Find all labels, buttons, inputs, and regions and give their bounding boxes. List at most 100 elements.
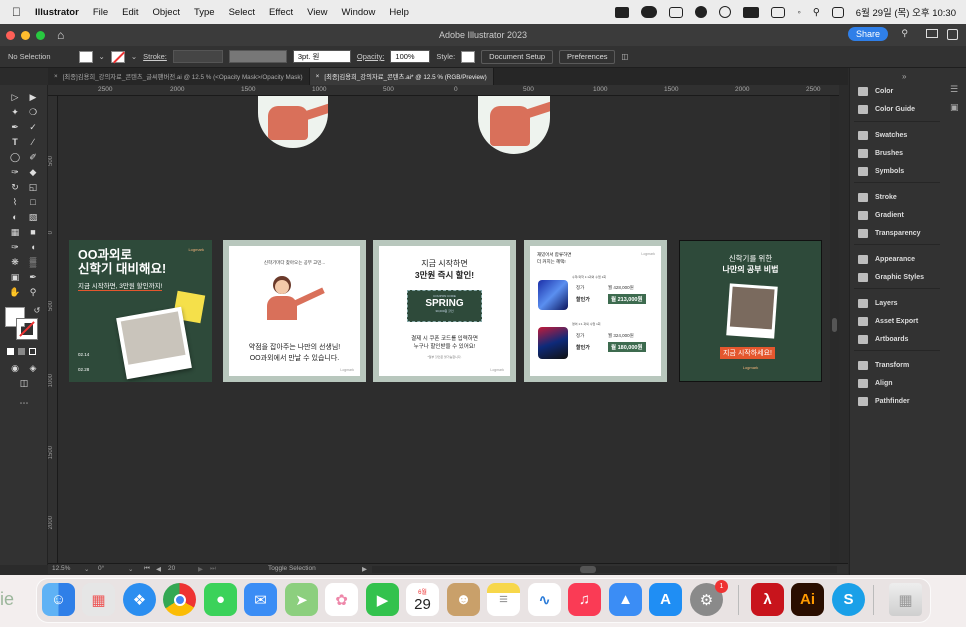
gradient-tool-icon[interactable]: ■ [26, 226, 40, 238]
arrange-icon[interactable]: ◫ [621, 52, 628, 61]
stroke-swatch[interactable] [110, 50, 125, 64]
selection-tool-icon[interactable]: ▷ [8, 91, 22, 103]
shaper-tool-icon[interactable]: ✑ [8, 166, 22, 178]
lasso-tool-icon[interactable]: ❍ [26, 106, 40, 118]
chrome-icon[interactable] [163, 583, 196, 616]
app-store-icon[interactable]: A [649, 583, 682, 616]
eyedropper-tool-icon[interactable]: ✑ [8, 241, 22, 253]
status-app-icon[interactable] [615, 6, 630, 18]
apple-icon[interactable]:  [12, 5, 21, 19]
status-mode[interactable]: Toggle Selection [268, 565, 316, 572]
artboard-5[interactable]: 신학기를 위한 나만의 공부 비법 지금 시작하세요! Logmark [679, 240, 822, 382]
menu-select[interactable]: Select [229, 7, 255, 18]
search-icon[interactable]: ⚲ [901, 28, 908, 39]
free-transform-tool-icon[interactable]: □ [26, 196, 40, 208]
panel-appearance[interactable]: Appearance [858, 253, 915, 265]
calendar-icon[interactable]: 6월 29 [406, 583, 439, 616]
display-icon[interactable] [669, 6, 684, 18]
horizontal-ruler[interactable]: 2500 2000 1500 1000 500 0 500 1000 1500 … [48, 85, 839, 96]
music-icon[interactable]: ♫ [568, 583, 601, 616]
wifi-icon[interactable]: ◦ [797, 7, 800, 18]
chevron-down-icon[interactable]: ⌄ [99, 52, 105, 61]
panel-pathfinder[interactable]: Pathfinder [858, 395, 910, 407]
panel-artboards[interactable]: Artboards [858, 333, 908, 345]
chevron-down-icon[interactable]: ⌄ [84, 565, 89, 573]
perspective-grid-tool-icon[interactable]: ▦ [8, 226, 22, 238]
vertical-ruler[interactable]: 500 0 500 1000 1500 2000 [48, 96, 58, 563]
panel-graphic-styles[interactable]: Graphic Styles [858, 271, 924, 283]
canvas[interactable]: 2500 2000 1500 1000 500 0 500 1000 1500 … [48, 85, 839, 563]
keynote-icon[interactable]: ▲ [609, 583, 642, 616]
safari-icon[interactable]: ❖ [123, 583, 156, 616]
minimize-window-button[interactable] [21, 30, 30, 40]
graph-tool-icon[interactable]: ▒ [26, 256, 40, 268]
panel-color-guide[interactable]: Color Guide [858, 103, 915, 115]
rotation-angle[interactable]: 0° [98, 565, 104, 572]
draw-inside-icon[interactable]: ◈ [26, 362, 40, 374]
screen-mode-icon[interactable]: ◫ [17, 377, 31, 389]
brush-definition[interactable]: 3pt. 원 [292, 50, 351, 63]
previous-artboard-icon[interactable]: ◀ [156, 565, 161, 573]
illustration-woman-1[interactable] [258, 96, 328, 148]
launchpad-icon[interactable]: ▦ [82, 583, 115, 616]
artboard-3[interactable]: 지금 시작하면 3만원 즉시 할인! COUPON CODE SPRING 30… [373, 240, 516, 382]
stroke-label[interactable]: Stroke: [143, 52, 167, 61]
preferences-button[interactable]: Preferences [559, 49, 616, 64]
stroke-color-box[interactable] [16, 318, 38, 340]
live-paint-tool-icon[interactable]: ▧ [26, 211, 40, 223]
symbol-sprayer-tool-icon[interactable]: ❋ [8, 256, 22, 268]
artboard-4[interactable]: 재밌어서 합류하면 더 커지는 혜택! 수학/과학 1:1과외 수업 1회 정가… [524, 240, 667, 382]
finder-icon[interactable]: ☺ [42, 583, 75, 616]
graphic-style-swatch[interactable] [461, 50, 476, 63]
menu-help[interactable]: Help [389, 7, 409, 18]
swap-fill-stroke-icon[interactable]: ↺ [30, 305, 44, 317]
eraser-tool-icon[interactable]: ◆ [26, 166, 40, 178]
chevron-down-icon[interactable]: ⌄ [128, 565, 133, 573]
direct-selection-tool-icon[interactable]: ▶ [26, 91, 40, 103]
close-window-button[interactable] [6, 30, 15, 40]
blend-tool-icon[interactable]: ◖ [26, 241, 40, 253]
panel-swatches[interactable]: Swatches [858, 129, 907, 141]
share-button[interactable]: Share [847, 27, 888, 41]
illustrator-icon[interactable]: Ai [791, 583, 824, 616]
gradient-mode-icon[interactable] [18, 348, 25, 355]
panel-layers[interactable]: Layers [858, 297, 898, 309]
workspace-icon[interactable] [926, 29, 938, 38]
play-icon[interactable] [719, 6, 732, 18]
ellipse-tool-icon[interactable]: ◯ [8, 151, 22, 163]
chevron-down-icon[interactable]: ⌄ [131, 52, 137, 61]
maps-icon[interactable]: ➤ [285, 583, 318, 616]
home-icon[interactable]: ⌂ [57, 28, 64, 42]
hand-tool-icon[interactable]: ✋ [8, 286, 22, 298]
stroke-weight-field[interactable] [172, 50, 223, 63]
menu-type[interactable]: Type [194, 7, 215, 18]
opacity-field[interactable]: 100% [390, 50, 431, 63]
draw-mode-icon[interactable]: ◉ [8, 362, 22, 374]
control-center-icon[interactable] [831, 6, 844, 18]
vertical-scroll-thumb[interactable] [832, 318, 837, 332]
next-artboard-icon[interactable]: ▶ [198, 565, 203, 573]
status-arrow-icon[interactable]: ▶ [362, 565, 367, 573]
none-mode-icon[interactable] [29, 348, 36, 355]
slice-tool-icon[interactable]: ✒ [26, 271, 40, 283]
curvature-tool-icon[interactable]: ✓ [26, 121, 40, 133]
collapse-panels-icon[interactable]: » [902, 72, 906, 81]
contacts-icon[interactable]: ☻ [447, 583, 480, 616]
menu-edit[interactable]: Edit [122, 7, 138, 18]
panel-gradient[interactable]: Gradient [858, 209, 904, 221]
variable-width-profile[interactable] [228, 50, 287, 63]
line-tool-icon[interactable]: ∕ [26, 136, 40, 148]
skype-icon[interactable]: S [832, 583, 865, 616]
battery-icon[interactable] [771, 6, 786, 18]
color-mode-icon[interactable] [7, 348, 14, 355]
scale-tool-icon[interactable]: ◱ [26, 181, 40, 193]
panel-color[interactable]: Color [858, 85, 893, 97]
artboard-number[interactable]: 20 [168, 565, 175, 572]
menu-window[interactable]: Window [342, 7, 376, 18]
last-artboard-icon[interactable]: ⏭ [210, 565, 216, 573]
zoom-level[interactable]: 12.5% [52, 565, 70, 572]
libraries-icon[interactable]: ▣ [950, 102, 959, 113]
shape-builder-tool-icon[interactable]: ◐ [8, 211, 22, 223]
panel-transform[interactable]: Transform [858, 359, 909, 371]
rotate-tool-icon[interactable]: ↻ [8, 181, 22, 193]
